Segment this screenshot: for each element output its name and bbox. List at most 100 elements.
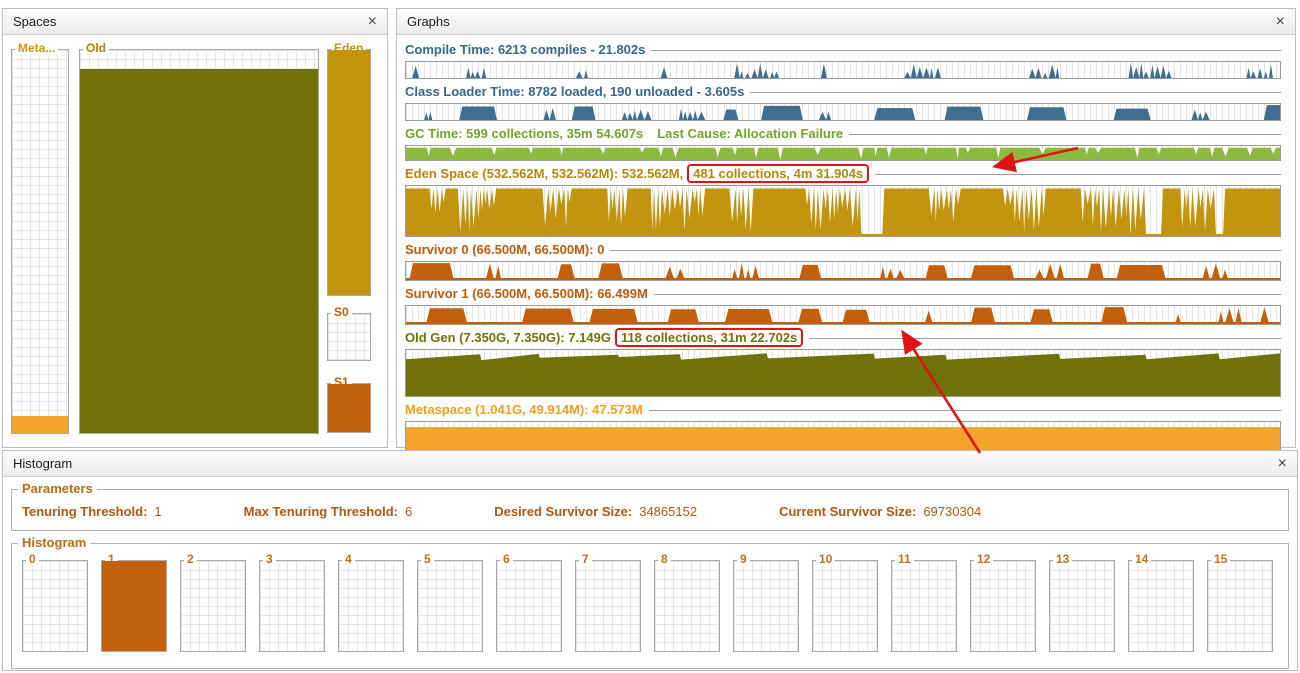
histogram-fieldset-title: Histogram xyxy=(18,535,91,550)
histogram-bin-11: 11 xyxy=(891,552,957,652)
graph-title-oldgen: Old Gen (7.350G, 7.350G): 7.149G xyxy=(405,330,611,345)
histogram-bin-15: 15 xyxy=(1207,552,1273,652)
histogram-panel-header: Histogram × xyxy=(3,451,1297,477)
graph-row-survivor1: Survivor 1 (66.500M, 66.500M): 66.499M xyxy=(405,285,1281,325)
graph-title-survivor1: Survivor 1 (66.500M, 66.500M): 66.499M xyxy=(405,286,648,301)
histogram-bin-fill-1 xyxy=(102,561,166,651)
histogram-bin-13: 13 xyxy=(1049,552,1115,652)
histogram-bin-7: 7 xyxy=(575,552,641,652)
histogram-bin-label-15: 15 xyxy=(1211,552,1231,566)
graph-strip-gc xyxy=(405,145,1281,161)
graph-title-eden: Eden Space (532.562M, 532.562M): 532.562… xyxy=(405,166,684,181)
parameter-label-0: Tenuring Threshold: xyxy=(22,504,148,519)
parameter-label-2: Desired Survivor Size: xyxy=(494,504,633,519)
histogram-bin-label-0: 0 xyxy=(26,552,39,566)
spaces-panel-header: Spaces × xyxy=(3,9,387,35)
histogram-bin-label-4: 4 xyxy=(342,552,355,566)
histogram-bin-label-11: 11 xyxy=(895,552,914,566)
histogram-bin-label-10: 10 xyxy=(816,552,836,566)
graph-strip-oldgen xyxy=(405,349,1281,397)
space-fill-old xyxy=(80,69,318,433)
space-box-meta: Meta... xyxy=(11,41,69,434)
space-box-eden: Eden xyxy=(327,41,371,296)
parameter-item-2: Desired Survivor Size: 34865152 xyxy=(494,504,697,519)
histogram-bin-label-8: 8 xyxy=(658,552,671,566)
parameter-value-2: 34865152 xyxy=(639,504,698,519)
histogram-bin-label-5: 5 xyxy=(421,552,434,566)
graphs-panel-header: Graphs × xyxy=(397,9,1295,35)
spaces-panel: Spaces × Meta... Old Eden S0 S1 xyxy=(2,8,388,448)
histogram-bin-5: 5 xyxy=(417,552,483,652)
parameter-value-1: 6 xyxy=(404,504,413,519)
histogram-bin-label-2: 2 xyxy=(184,552,197,566)
histogram-fieldset: Histogram 0 1 2 3 4 5 6 7 8 9 10 11 12 13 14 15 xyxy=(11,535,1289,669)
visualgc-window: Spaces × Meta... Old Eden S0 S1 Graphs × Com… xyxy=(0,0,1300,673)
histogram-bin-14: 14 xyxy=(1128,552,1194,652)
histogram-bins-row: 0 1 2 3 4 5 6 7 8 9 10 11 12 13 14 15 xyxy=(12,544,1288,662)
graph-row-gc: GC Time: 599 collections, 35m 54.607s Las… xyxy=(405,125,1281,161)
graph-title-metaspace: Metaspace (1.041G, 49.914M): 47.573M xyxy=(405,402,643,417)
graphs-panel: Graphs × Compile Time: 6213 compiles - 2… xyxy=(396,8,1296,455)
histogram-panel: Histogram × Parameters Tenuring Threshol… xyxy=(2,450,1298,671)
graphs-panel-title: Graphs xyxy=(407,14,450,29)
parameters-fieldset: Parameters Tenuring Threshold: 1 Max Tenur… xyxy=(11,481,1289,531)
parameters-row: Tenuring Threshold: 1 Max Tenuring Thresho… xyxy=(12,490,1288,528)
graph-strip-survivor0 xyxy=(405,261,1281,281)
histogram-bin-label-13: 13 xyxy=(1053,552,1073,566)
histogram-bin-0: 0 xyxy=(22,552,88,652)
parameter-item-1: Max Tenuring Threshold: 6 xyxy=(244,504,413,519)
graph-row-eden: Eden Space (532.562M, 532.562M): 532.562… xyxy=(405,164,1281,237)
space-box-old: Old xyxy=(79,41,319,434)
graph-row-compile: Compile Time: 6213 compiles - 21.802s xyxy=(405,41,1281,79)
histogram-bin-4: 4 xyxy=(338,552,404,652)
graph-row-survivor0: Survivor 0 (66.500M, 66.500M): 0 xyxy=(405,241,1281,281)
graph-strip-survivor1 xyxy=(405,305,1281,325)
space-fill-s1 xyxy=(328,384,370,432)
graph-subtitle-gc: Last Cause: Allocation Failure xyxy=(657,126,844,141)
space-fill-meta xyxy=(12,415,68,433)
space-label-meta: Meta... xyxy=(15,41,59,55)
graph-title-compile: Compile Time: 6213 compiles - 21.802s xyxy=(405,42,646,57)
space-label-s0: S0 xyxy=(331,305,352,319)
graph-row-classloader: Class Loader Time: 8782 loaded, 190 unlo… xyxy=(405,83,1281,121)
parameter-item-3: Current Survivor Size: 69730304 xyxy=(779,504,981,519)
histogram-bin-label-9: 9 xyxy=(737,552,750,566)
parameter-label-1: Max Tenuring Threshold: xyxy=(243,504,398,519)
graph-strip-compile xyxy=(405,61,1281,79)
histogram-bin-9: 9 xyxy=(733,552,799,652)
spaces-body: Meta... Old Eden S0 S1 xyxy=(3,35,387,447)
graph-strip-eden xyxy=(405,185,1281,237)
parameter-value-3: 69730304 xyxy=(923,504,982,519)
histogram-bin-label-12: 12 xyxy=(974,552,994,566)
histogram-bin-label-6: 6 xyxy=(500,552,513,566)
parameter-label-3: Current Survivor Size: xyxy=(779,504,917,519)
graph-title-survivor0: Survivor 0 (66.500M, 66.500M): 0 xyxy=(405,242,605,257)
histogram-body: Parameters Tenuring Threshold: 1 Max Tenur… xyxy=(3,481,1297,669)
graph-title-gc: GC Time: 599 collections, 35m 54.607s xyxy=(405,126,644,141)
histogram-bin-3: 3 xyxy=(259,552,325,652)
histogram-bin-8: 8 xyxy=(654,552,720,652)
histogram-bin-1: 1 xyxy=(101,552,167,652)
histogram-close-icon[interactable]: × xyxy=(1278,455,1287,472)
graphs-close-icon[interactable]: × xyxy=(1276,13,1285,30)
graphs-body: Compile Time: 6213 compiles - 21.802s Cla… xyxy=(397,35,1295,455)
histogram-bin-label-14: 14 xyxy=(1132,552,1152,566)
graph-strip-classloader xyxy=(405,103,1281,121)
histogram-bin-label-3: 3 xyxy=(263,552,276,566)
histogram-bin-label-7: 7 xyxy=(579,552,592,566)
spaces-close-icon[interactable]: × xyxy=(368,13,377,30)
spaces-panel-title: Spaces xyxy=(13,14,57,29)
annotation-box-eden: 481 collections, 4m 31.904s xyxy=(687,164,870,183)
parameter-item-0: Tenuring Threshold: 1 xyxy=(22,504,162,519)
histogram-bin-12: 12 xyxy=(970,552,1036,652)
histogram-bin-10: 10 xyxy=(812,552,878,652)
space-box-s1: S1 xyxy=(327,375,371,433)
annotation-box-oldgen: 118 collections, 31m 22.702s xyxy=(614,328,804,347)
graph-row-metaspace: Metaspace (1.041G, 49.914M): 47.573M xyxy=(405,401,1281,455)
graph-row-oldgen: Old Gen (7.350G, 7.350G): 7.149G 118 coll… xyxy=(405,328,1281,397)
histogram-bin-2: 2 xyxy=(180,552,246,652)
histogram-panel-title: Histogram xyxy=(13,456,73,471)
space-fill-eden xyxy=(328,50,370,295)
histogram-bin-6: 6 xyxy=(496,552,562,652)
space-label-old: Old xyxy=(83,41,109,55)
